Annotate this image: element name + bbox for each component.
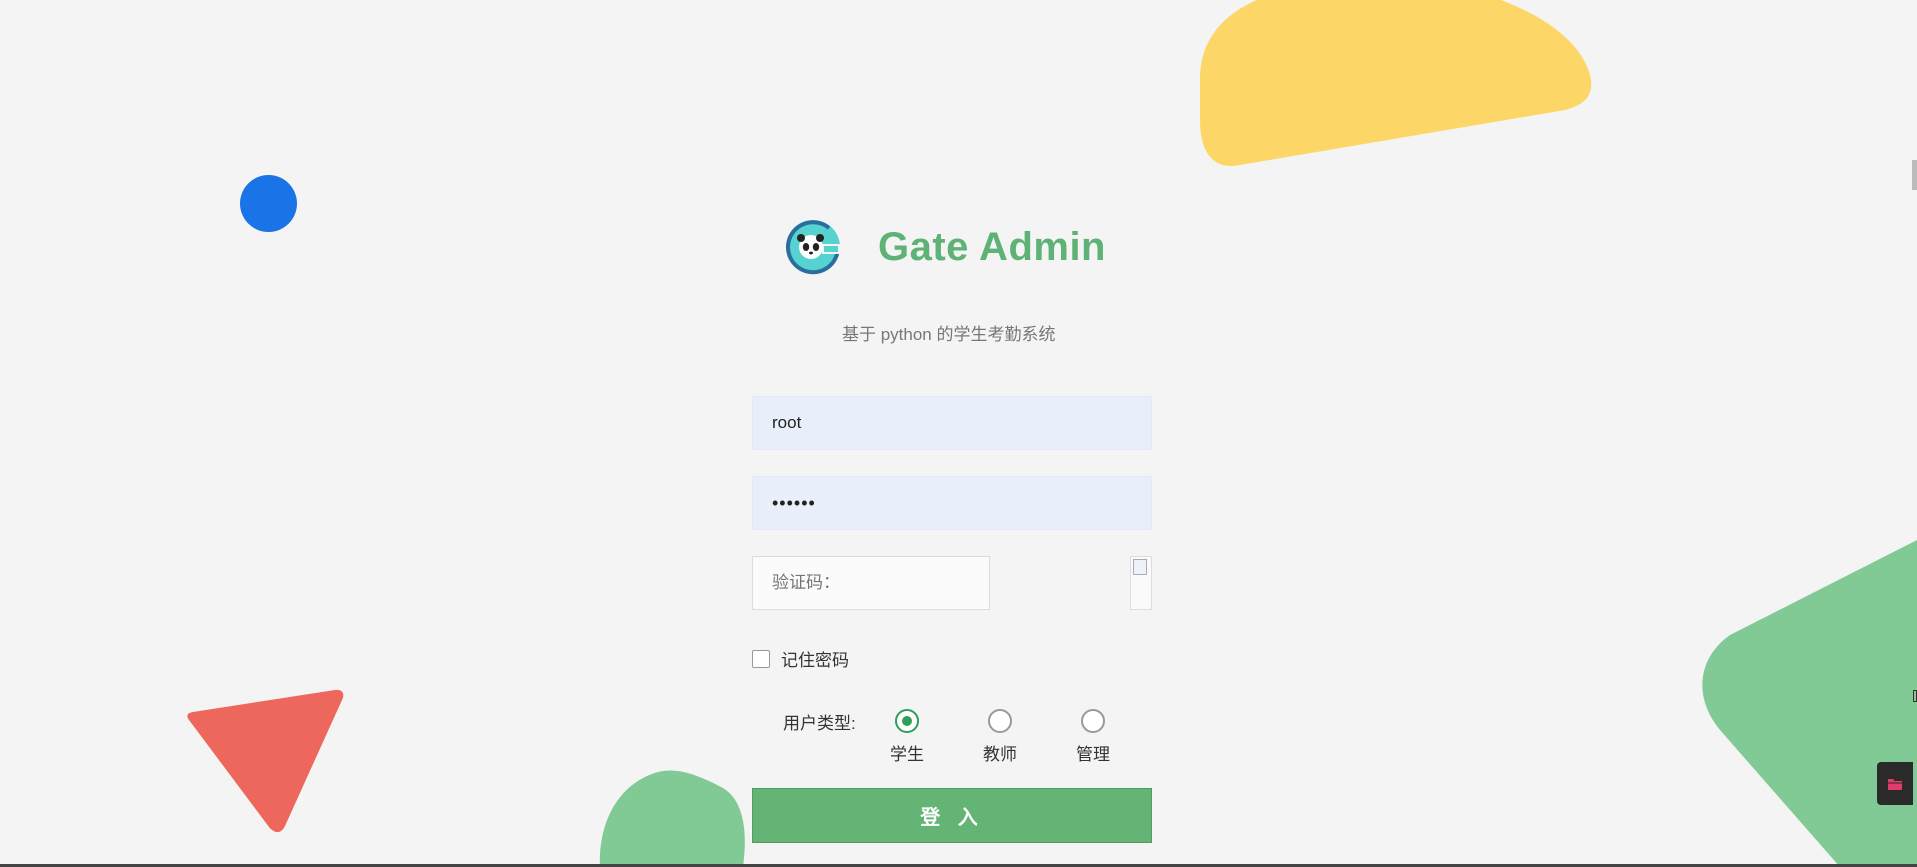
login-button[interactable]: 登 入 bbox=[752, 788, 1152, 843]
user-type-teacher[interactable]: 教师 bbox=[970, 709, 1030, 765]
user-type-label: 用户类型: bbox=[783, 714, 856, 733]
remember-password[interactable]: 记住密码 bbox=[752, 646, 849, 671]
captcha-image[interactable] bbox=[1130, 556, 1152, 610]
edge-handle-icon[interactable] bbox=[1913, 690, 1917, 702]
radio-teacher[interactable] bbox=[988, 709, 1012, 733]
username-input[interactable] bbox=[752, 396, 1152, 450]
broken-image-icon bbox=[1133, 559, 1147, 575]
user-type-admin[interactable]: 管理 bbox=[1063, 709, 1123, 765]
captcha-input[interactable] bbox=[752, 556, 990, 610]
scrollbar-thumb[interactable] bbox=[1912, 160, 1917, 190]
folder-icon bbox=[1888, 778, 1902, 790]
panda-g-logo-icon bbox=[786, 220, 842, 275]
radio-label-admin: 管理 bbox=[1076, 745, 1110, 764]
decorative-blue-circle bbox=[240, 175, 297, 232]
app-title: Gate Admin bbox=[878, 224, 1106, 269]
radio-label-student: 学生 bbox=[890, 745, 924, 764]
radio-admin[interactable] bbox=[1081, 709, 1105, 733]
brand-header: Gate Admin bbox=[784, 218, 1106, 276]
decorative-yellow-shape bbox=[1200, 0, 1592, 166]
remember-checkbox[interactable] bbox=[752, 649, 770, 668]
user-type-student[interactable]: 学生 bbox=[877, 709, 937, 765]
remember-label: 记住密码 bbox=[781, 651, 849, 670]
decorative-green-blob bbox=[599, 770, 745, 867]
app-subtitle: 基于 python 的学生考勤系统 bbox=[842, 325, 1056, 344]
decorative-red-triangle bbox=[187, 689, 344, 833]
radio-student[interactable] bbox=[895, 709, 919, 733]
side-folder-tab[interactable] bbox=[1877, 762, 1913, 805]
radio-label-teacher: 教师 bbox=[983, 745, 1017, 764]
password-input[interactable]: •••••• bbox=[752, 476, 1152, 530]
decorative-green-shape bbox=[1702, 540, 1917, 867]
